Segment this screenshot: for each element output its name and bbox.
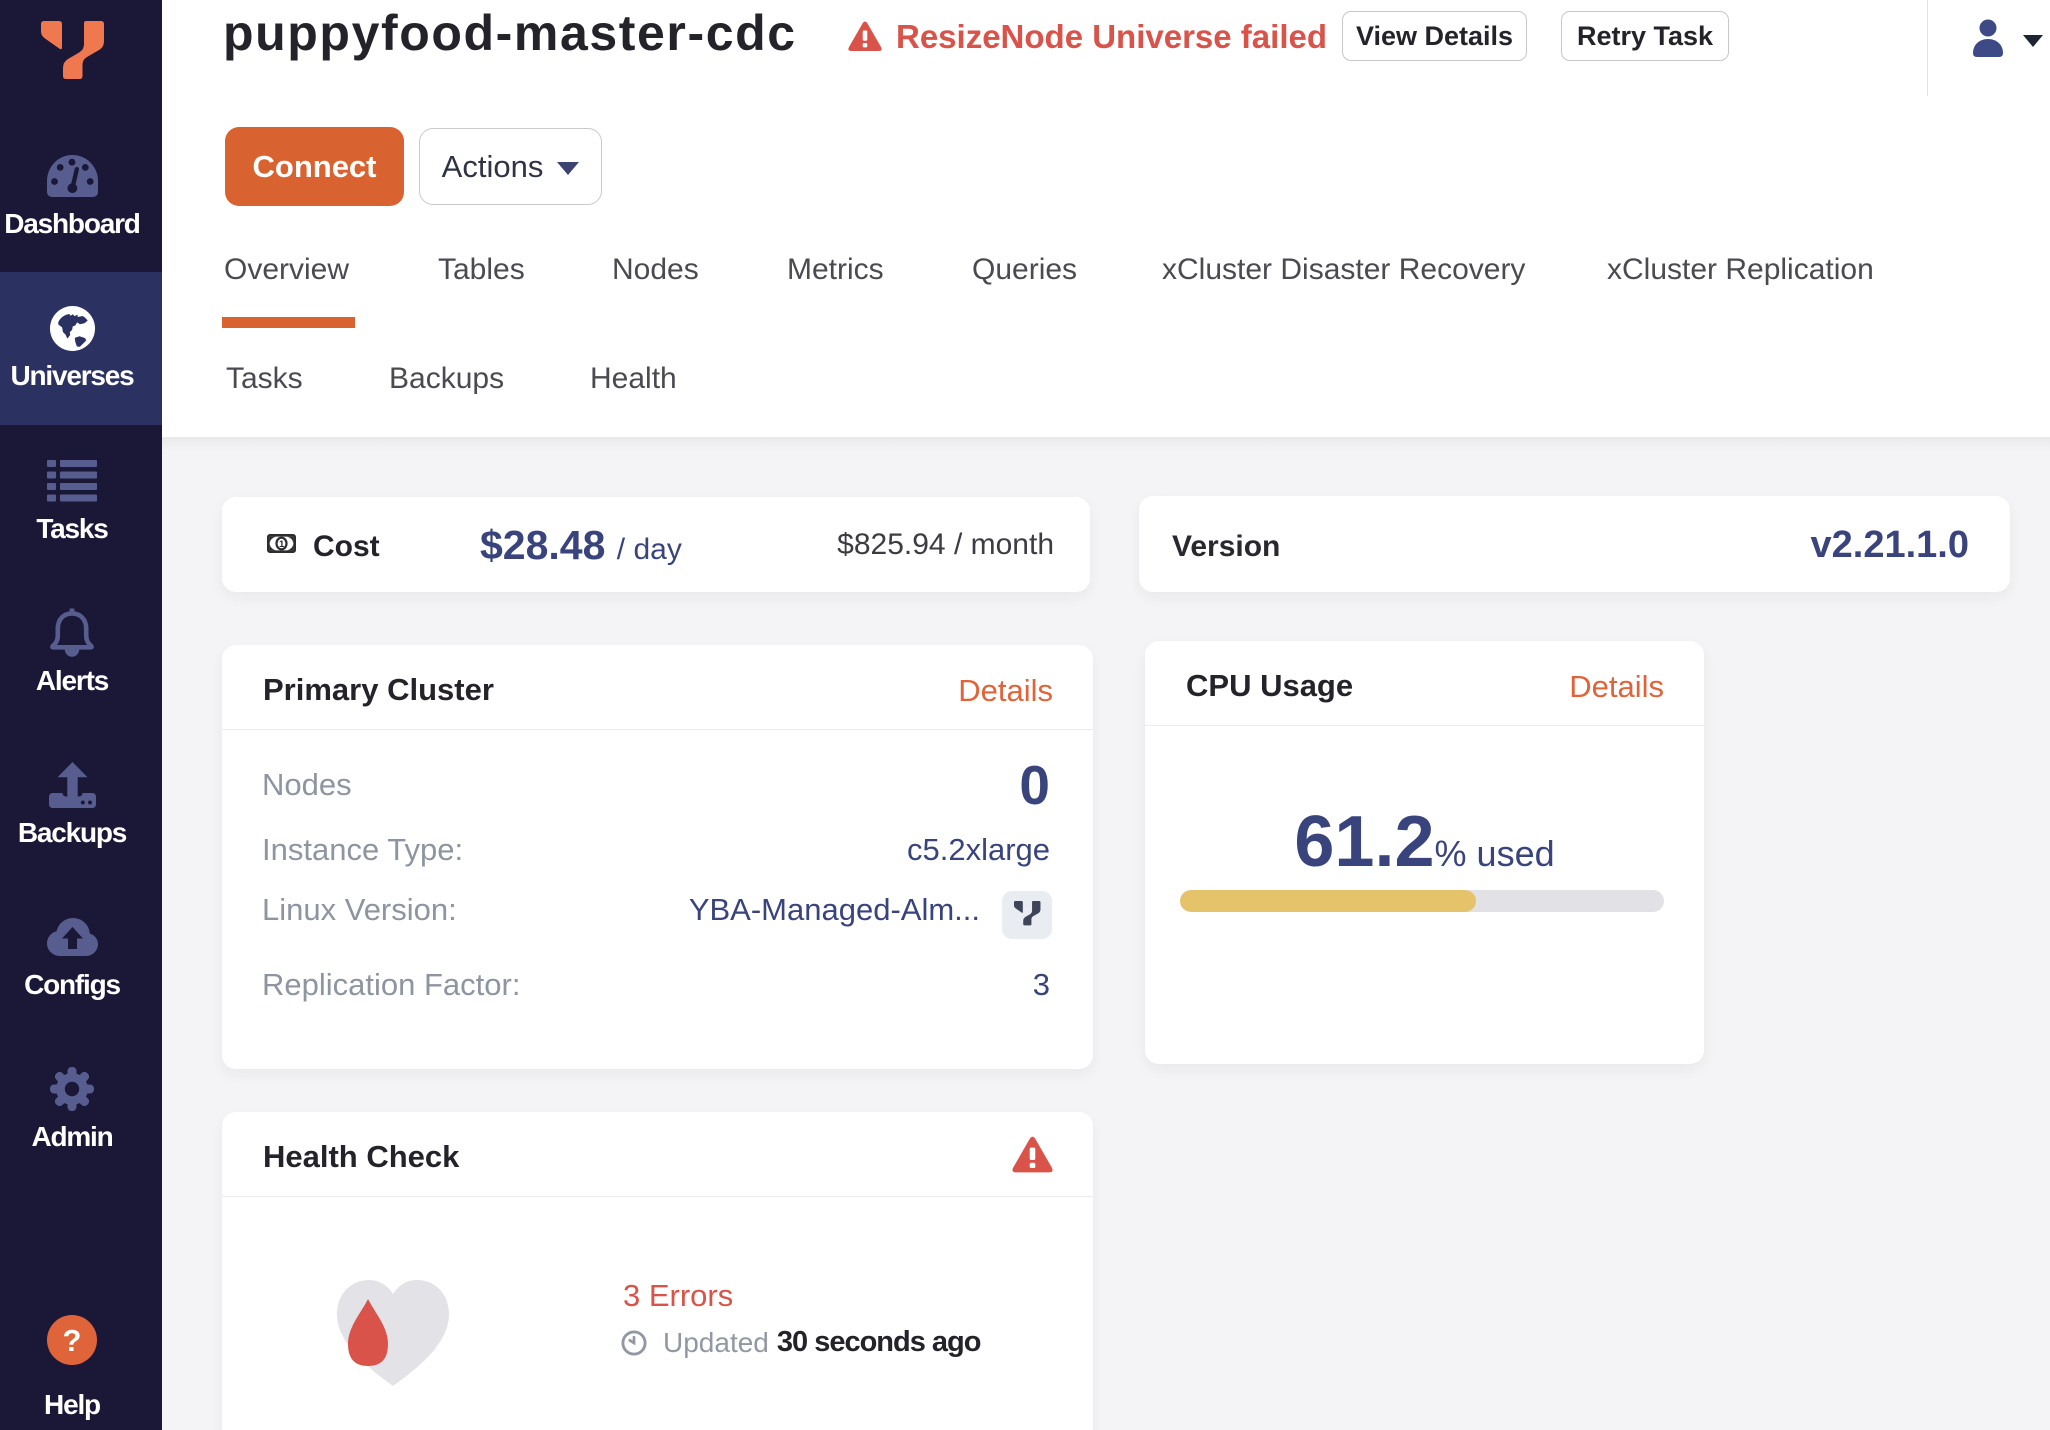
svg-text:?: ? bbox=[63, 1323, 82, 1358]
svg-text:1: 1 bbox=[279, 539, 285, 550]
